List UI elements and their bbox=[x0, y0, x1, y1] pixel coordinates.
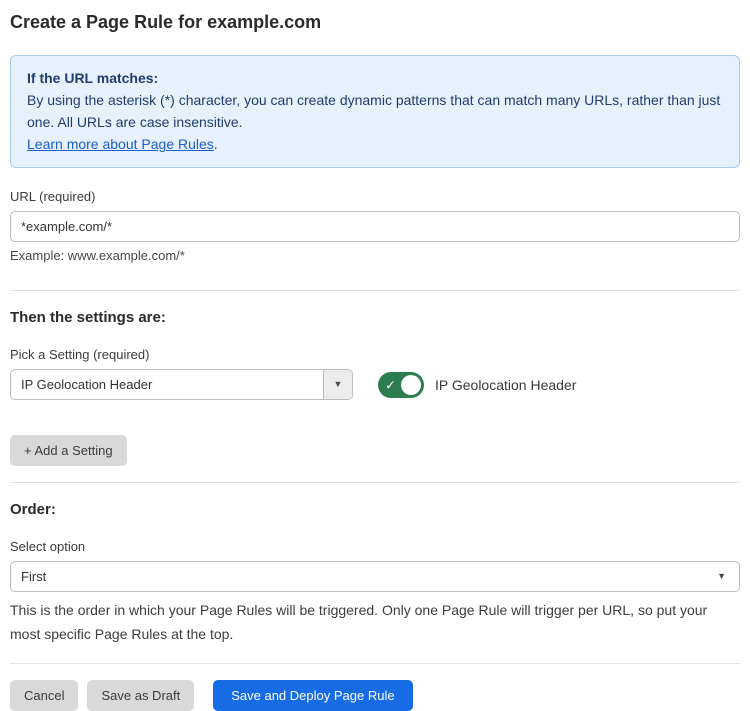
order-helper-text: This is the order in which your Page Rul… bbox=[10, 599, 734, 645]
save-and-deploy-button[interactable]: Save and Deploy Page Rule bbox=[213, 680, 412, 711]
callout-link-line: Learn more about Page Rules. bbox=[27, 133, 723, 155]
divider bbox=[10, 482, 740, 483]
chevron-down-icon: ▼ bbox=[717, 572, 726, 581]
toggle-label: IP Geolocation Header bbox=[435, 377, 576, 393]
order-select[interactable]: First ▼ bbox=[10, 561, 740, 592]
callout-heading: If the URL matches: bbox=[27, 67, 723, 89]
cancel-button[interactable]: Cancel bbox=[10, 680, 78, 711]
toggle-knob bbox=[401, 375, 421, 395]
url-field-label: URL (required) bbox=[10, 189, 740, 204]
divider bbox=[10, 663, 740, 664]
order-heading: Order: bbox=[10, 501, 740, 518]
order-select-value: First bbox=[11, 562, 717, 591]
url-field-helper: Example: www.example.com/* bbox=[10, 248, 740, 263]
setting-select-value: IP Geolocation Header bbox=[11, 370, 323, 399]
order-select-label: Select option bbox=[10, 539, 740, 554]
pick-setting-label: Pick a Setting (required) bbox=[10, 347, 740, 362]
url-matches-callout: If the URL matches: By using the asteris… bbox=[10, 55, 740, 168]
save-as-draft-button[interactable]: Save as Draft bbox=[87, 680, 194, 711]
page-title: Create a Page Rule for example.com bbox=[10, 12, 740, 33]
order-select-arrow: ▼ bbox=[717, 562, 739, 591]
ip-geolocation-toggle[interactable]: ✓ bbox=[378, 372, 424, 398]
url-input[interactable] bbox=[10, 211, 740, 242]
setting-select-arrow-button[interactable]: ▼ bbox=[323, 370, 352, 399]
learn-more-link[interactable]: Learn more about Page Rules bbox=[27, 136, 214, 152]
callout-link-suffix: . bbox=[214, 136, 218, 152]
actions-row: Cancel Save as Draft Save and Deploy Pag… bbox=[10, 680, 740, 711]
chevron-down-icon: ▼ bbox=[334, 380, 343, 389]
callout-body: By using the asterisk (*) character, you… bbox=[27, 89, 723, 133]
add-setting-button[interactable]: + Add a Setting bbox=[10, 435, 127, 466]
checkmark-icon: ✓ bbox=[385, 378, 396, 391]
settings-heading: Then the settings are: bbox=[10, 309, 740, 326]
setting-select[interactable]: IP Geolocation Header ▼ bbox=[10, 369, 353, 400]
divider bbox=[10, 290, 740, 291]
setting-row: IP Geolocation Header ▼ ✓ IP Geolocation… bbox=[10, 369, 740, 400]
